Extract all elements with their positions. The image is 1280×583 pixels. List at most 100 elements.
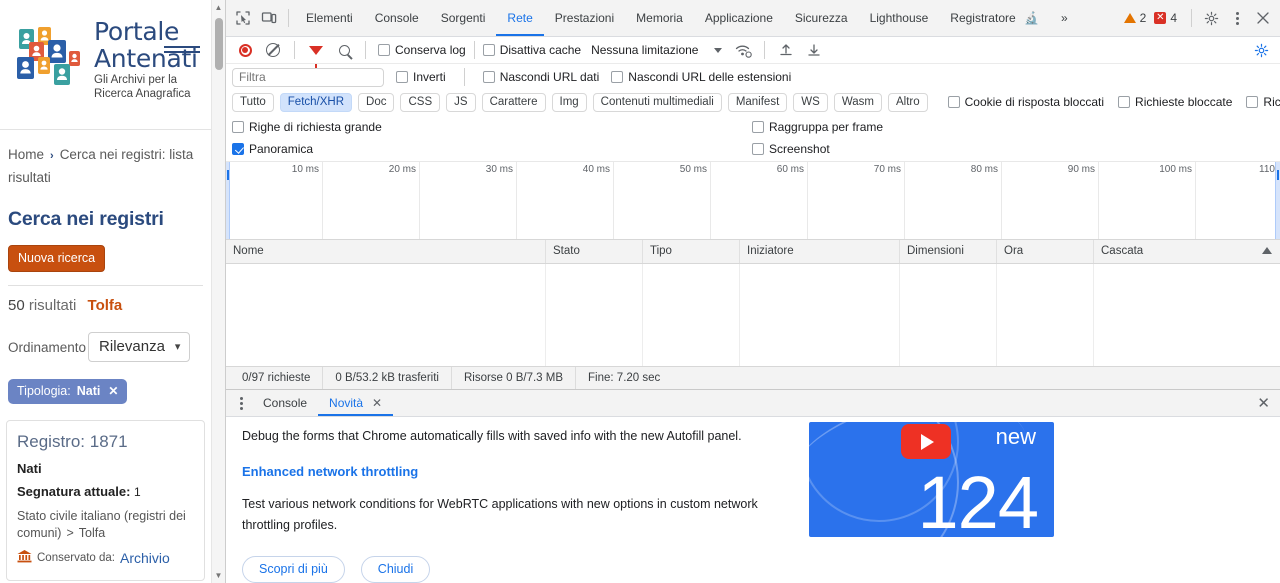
column-header-ora[interactable]: Ora (997, 240, 1094, 263)
column-header-tipo[interactable]: Tipo (643, 240, 740, 263)
youtube-play-icon[interactable] (901, 424, 951, 459)
type-filter-row: Tutto Fetch/XHR Doc CSS JS Carattere Img… (226, 90, 1280, 114)
type-filter-ws[interactable]: WS (793, 92, 828, 112)
import-har-icon[interactable] (773, 37, 799, 63)
filter-chip-tipologia[interactable]: Tipologia: Nati ✕ (8, 379, 128, 404)
group-by-frame-box[interactable] (752, 121, 764, 133)
device-toolbar-icon[interactable] (256, 5, 282, 31)
third-party-requests-checkbox[interactable]: Richieste di terze parti (1246, 95, 1280, 109)
type-filter-altro[interactable]: Altro (887, 92, 928, 112)
big-request-rows-box[interactable] (232, 121, 244, 133)
type-filter-tutto[interactable]: Tutto (232, 92, 274, 112)
filter-chip-remove-icon[interactable]: ✕ (108, 384, 118, 398)
screenshot-box[interactable] (752, 143, 764, 155)
breadcrumb-home[interactable]: Home (8, 147, 44, 162)
new-search-button[interactable]: Nuova ricerca (8, 245, 106, 272)
inspect-element-icon[interactable] (230, 5, 256, 31)
whats-new-promo-image[interactable]: new 124 (809, 422, 1054, 537)
hide-data-urls-checkbox[interactable]: Nascondi URL dati (482, 70, 599, 84)
type-filter-media[interactable]: Contenuti multimediali (592, 92, 722, 112)
whats-new-heading[interactable]: Enhanced network throttling (242, 464, 842, 479)
invert-box[interactable] (396, 71, 408, 83)
tab-sicurezza[interactable]: Sicurezza (784, 0, 859, 36)
tab-rete[interactable]: Rete (496, 0, 543, 36)
tab-applicazione[interactable]: Applicazione (694, 0, 784, 36)
kebab-menu-icon[interactable] (1224, 5, 1250, 31)
tab-lighthouse[interactable]: Lighthouse (859, 0, 940, 36)
table-column-stato (546, 264, 643, 366)
page-scrollbar[interactable]: ▲ ▼ (211, 0, 225, 583)
gear-icon[interactable] (1198, 5, 1224, 31)
search-icon[interactable] (331, 37, 357, 63)
export-har-icon[interactable] (801, 37, 827, 63)
tab-prestazioni[interactable]: Prestazioni (544, 0, 625, 36)
filter-divider (463, 68, 465, 86)
column-header-cascata[interactable]: Cascata (1094, 240, 1280, 263)
throttling-select[interactable]: Nessuna limitazione (591, 43, 723, 57)
scrollbar-thumb[interactable] (215, 18, 223, 70)
result-card[interactable]: Registro: 1871 Nati Segnatura attuale: 1… (6, 420, 205, 581)
column-header-iniziatore[interactable]: Iniziatore (740, 240, 900, 263)
type-filter-fetch-xhr[interactable]: Fetch/XHR (279, 92, 353, 112)
drawer-tab-novita[interactable]: Novità ✕ (318, 390, 393, 416)
column-header-dimensioni[interactable]: Dimensioni (900, 240, 997, 263)
overview-checkbox[interactable]: Panoramica (232, 142, 313, 156)
blocked-cookies-box[interactable] (947, 96, 960, 108)
blocked-cookies-checkbox[interactable]: Cookie di risposta bloccati (947, 95, 1104, 109)
type-filter-manifest[interactable]: Manifest (727, 92, 788, 112)
scroll-up-arrow-icon[interactable]: ▲ (212, 0, 225, 15)
page-title: Cerca nei registri (8, 208, 164, 230)
more-tabs-button[interactable]: » (1050, 0, 1079, 36)
drawer-kebab-menu-icon[interactable] (230, 396, 252, 410)
type-filter-css[interactable]: CSS (400, 92, 441, 112)
overview-box[interactable] (232, 143, 244, 155)
third-party-requests-box[interactable] (1246, 96, 1259, 108)
record-icon[interactable] (232, 37, 258, 63)
tab-memoria[interactable]: Memoria (625, 0, 694, 36)
drawer-tab-console[interactable]: Console (252, 390, 318, 416)
blocked-requests-box[interactable] (1118, 96, 1131, 108)
tab-console[interactable]: Console (364, 0, 430, 36)
group-by-frame-checkbox[interactable]: Raggruppa per frame (752, 120, 883, 134)
timeline-right-handle[interactable] (1275, 162, 1280, 239)
warnings-badge[interactable]: 2 (1123, 11, 1146, 25)
hide-extension-urls-checkbox[interactable]: Nascondi URL delle estensioni (611, 70, 791, 84)
big-request-rows-checkbox[interactable]: Righe di richiesta grande (232, 120, 382, 134)
disable-cache-checkbox[interactable]: Disattiva cache (482, 43, 581, 57)
type-filter-img[interactable]: Img (551, 92, 587, 112)
close-button[interactable]: Chiudi (360, 556, 431, 583)
type-filter-doc[interactable]: Doc (358, 92, 395, 112)
clear-icon[interactable] (260, 37, 286, 63)
network-settings-gear-icon[interactable] (1248, 37, 1274, 63)
column-header-stato[interactable]: Stato (546, 240, 643, 263)
type-filter-wasm[interactable]: Wasm (833, 92, 882, 112)
blocked-requests-checkbox[interactable]: Richieste bloccate (1118, 95, 1232, 109)
preserve-log-checkbox[interactable]: Conserva log (378, 43, 466, 57)
result-keeper-value[interactable]: Archivio (120, 550, 170, 566)
hide-data-urls-box[interactable] (482, 71, 495, 83)
preserve-log-box[interactable] (378, 44, 390, 56)
column-header-nome[interactable]: Nome (226, 240, 546, 263)
screenshot-checkbox[interactable]: Screenshot (752, 142, 830, 156)
tab-registratore[interactable]: Registratore 🔬 (939, 0, 1050, 36)
filter-input[interactable] (232, 67, 384, 87)
network-overview-timeline[interactable]: 10 ms 20 ms 30 ms 40 ms 50 ms 60 ms 70 m… (226, 162, 1280, 240)
request-table-body[interactable] (226, 264, 1280, 366)
tab-elementi[interactable]: Elementi (295, 0, 364, 36)
tab-sorgenti[interactable]: Sorgenti (430, 0, 497, 36)
disable-cache-box[interactable] (482, 44, 495, 56)
invert-checkbox[interactable]: Inverti (396, 70, 446, 84)
hide-extension-urls-box[interactable] (611, 71, 624, 83)
type-filter-js[interactable]: JS (446, 92, 476, 112)
network-conditions-icon[interactable] (730, 37, 756, 63)
timeline-left-handle[interactable] (226, 162, 230, 239)
learn-more-button[interactable]: Scopri di più (242, 556, 345, 583)
sort-select[interactable]: Rilevanza ▾ (88, 332, 191, 362)
drawer-tab-close-icon[interactable]: ✕ (372, 390, 382, 416)
drawer-close-icon[interactable]: ✕ (1257, 396, 1270, 411)
errors-badge[interactable]: ✕ 4 (1154, 11, 1177, 25)
close-icon[interactable] (1250, 5, 1276, 31)
type-filter-carattere[interactable]: Carattere (481, 92, 546, 112)
filter-funnel-icon[interactable] (303, 37, 329, 68)
scroll-down-arrow-icon[interactable]: ▼ (212, 568, 225, 583)
